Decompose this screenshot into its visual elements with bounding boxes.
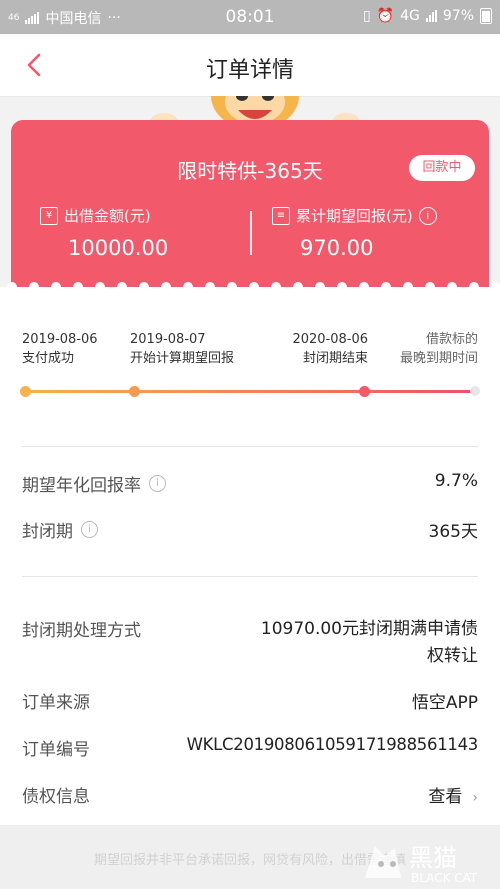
perforation-dot <box>7 282 17 292</box>
info-icon[interactable]: i <box>418 206 437 225</box>
rate-label-group: 期望年化回报率 i <box>22 471 166 496</box>
amount-label: 出借金额(元) <box>64 207 151 225</box>
rate-label: 期望年化回报率 <box>22 476 141 496</box>
handling-value-line1: 10970.00元封闭期满申请债 <box>260 619 478 639</box>
perforation-dot <box>139 282 149 292</box>
period-label: 封闭期 <box>22 522 73 542</box>
chevron-right-icon: › <box>472 790 478 806</box>
step-date: 2019-08-06 <box>22 332 98 347</box>
perforation-dot <box>315 282 325 292</box>
perforation-dot <box>249 282 259 292</box>
status-bar: 46 中国电信 ··· 08:01 ▯ ⏰ 4G 97% <box>0 0 500 34</box>
black-cat-watermark: 黑猫 BLACK CAT <box>365 844 478 885</box>
alarm-icon: ⏰ <box>376 8 395 24</box>
return-label-group: ≡ 累计期望回报(元) i <box>272 205 437 226</box>
perforation-dot <box>95 282 105 292</box>
return-label: 累计期望回报(元) <box>296 207 413 225</box>
ticket-perforation <box>7 282 500 292</box>
perforation-dot <box>469 282 479 292</box>
timeline-node-2 <box>129 386 140 397</box>
source-label: 订单来源 <box>22 693 90 713</box>
perforation-dot <box>29 282 39 292</box>
amount-label-group: ¥ 出借金额(元) <box>40 205 151 226</box>
timeline-step-3: 2020-08-06 封闭期结束 <box>292 330 368 368</box>
status-right: ▯ ⏰ 4G 97% <box>363 8 492 24</box>
status-badge: 回款中 <box>409 155 475 181</box>
timeline-track <box>22 390 478 393</box>
yuan-icon: ¥ <box>40 206 58 225</box>
perforation-dot <box>425 282 435 292</box>
vibrate-icon: ▯ <box>362 8 371 24</box>
step-date: 2020-08-06 <box>292 332 368 347</box>
handling-value: 10970.00元封闭期满申请债 权转让 <box>261 616 478 670</box>
cell-signal-icon <box>425 10 437 22</box>
period-label-group: 封闭期 i <box>22 517 98 542</box>
step-label: 封闭期结束 <box>302 351 368 366</box>
step-label: 支付成功 <box>22 351 75 366</box>
timeline-step-2: 2019-08-07 开始计算期望回报 <box>130 330 234 368</box>
perforation-dot <box>447 282 457 292</box>
step-date: 2019-08-07 <box>130 332 206 347</box>
claim-label: 债权信息 <box>22 787 90 807</box>
timeline-step-1: 2019-08-06 支付成功 <box>22 330 98 368</box>
battery-icon <box>480 8 492 24</box>
perforation-dot <box>183 282 193 292</box>
perforation-dot <box>403 282 413 292</box>
perforation-dot <box>293 282 303 292</box>
return-value: 970.00 <box>300 236 374 260</box>
perforation-dot <box>491 282 500 292</box>
amount-value: 10000.00 <box>68 236 169 260</box>
network-type: 4G <box>400 8 420 24</box>
info-icon[interactable]: i <box>81 521 98 538</box>
nav-bar: 订单详情 <box>0 34 500 97</box>
card-divider <box>250 211 252 255</box>
step-date: 借款标的 <box>425 332 478 347</box>
period-value: 365天 <box>428 522 478 542</box>
divider <box>22 576 478 577</box>
perforation-dot <box>205 282 215 292</box>
perforation-dot <box>227 282 237 292</box>
battery-percent: 97% <box>442 8 474 24</box>
timeline-node-1 <box>20 386 31 397</box>
perforation-dot <box>271 282 281 292</box>
step-label: 最晚到期时间 <box>399 351 478 366</box>
perforation-dot <box>381 282 391 292</box>
claim-view-link[interactable]: 查看 › <box>428 782 478 807</box>
info-icon[interactable]: i <box>149 475 166 492</box>
page-title: 订单详情 <box>205 58 294 83</box>
divider <box>22 446 478 447</box>
list-icon: ≡ <box>272 206 290 225</box>
order-number-label: 订单编号 <box>22 740 90 760</box>
handling-value-line2: 权转让 <box>427 646 478 666</box>
watermark-cn: 黑猫 <box>409 844 457 872</box>
perforation-dot <box>161 282 171 292</box>
perforation-dot <box>117 282 127 292</box>
step-label: 开始计算期望回报 <box>130 351 235 366</box>
source-value: 悟空APP <box>411 693 478 713</box>
rate-value: 9.7% <box>434 471 478 491</box>
claim-action: 查看 <box>428 787 463 807</box>
perforation-dot <box>337 282 347 292</box>
timeline-node-3 <box>359 386 370 397</box>
handling-label: 封闭期处理方式 <box>22 621 141 641</box>
timeline-node-4 <box>470 386 480 396</box>
perforation-dot <box>359 282 369 292</box>
watermark-en: BLACK CAT <box>411 871 478 885</box>
timeline-step-4: 借款标的 最晚到期时间 <box>400 330 478 368</box>
perforation-dot <box>51 282 61 292</box>
order-number-value: WKLC2019080610591719885611​43 <box>186 735 479 754</box>
perforation-dot <box>73 282 83 292</box>
